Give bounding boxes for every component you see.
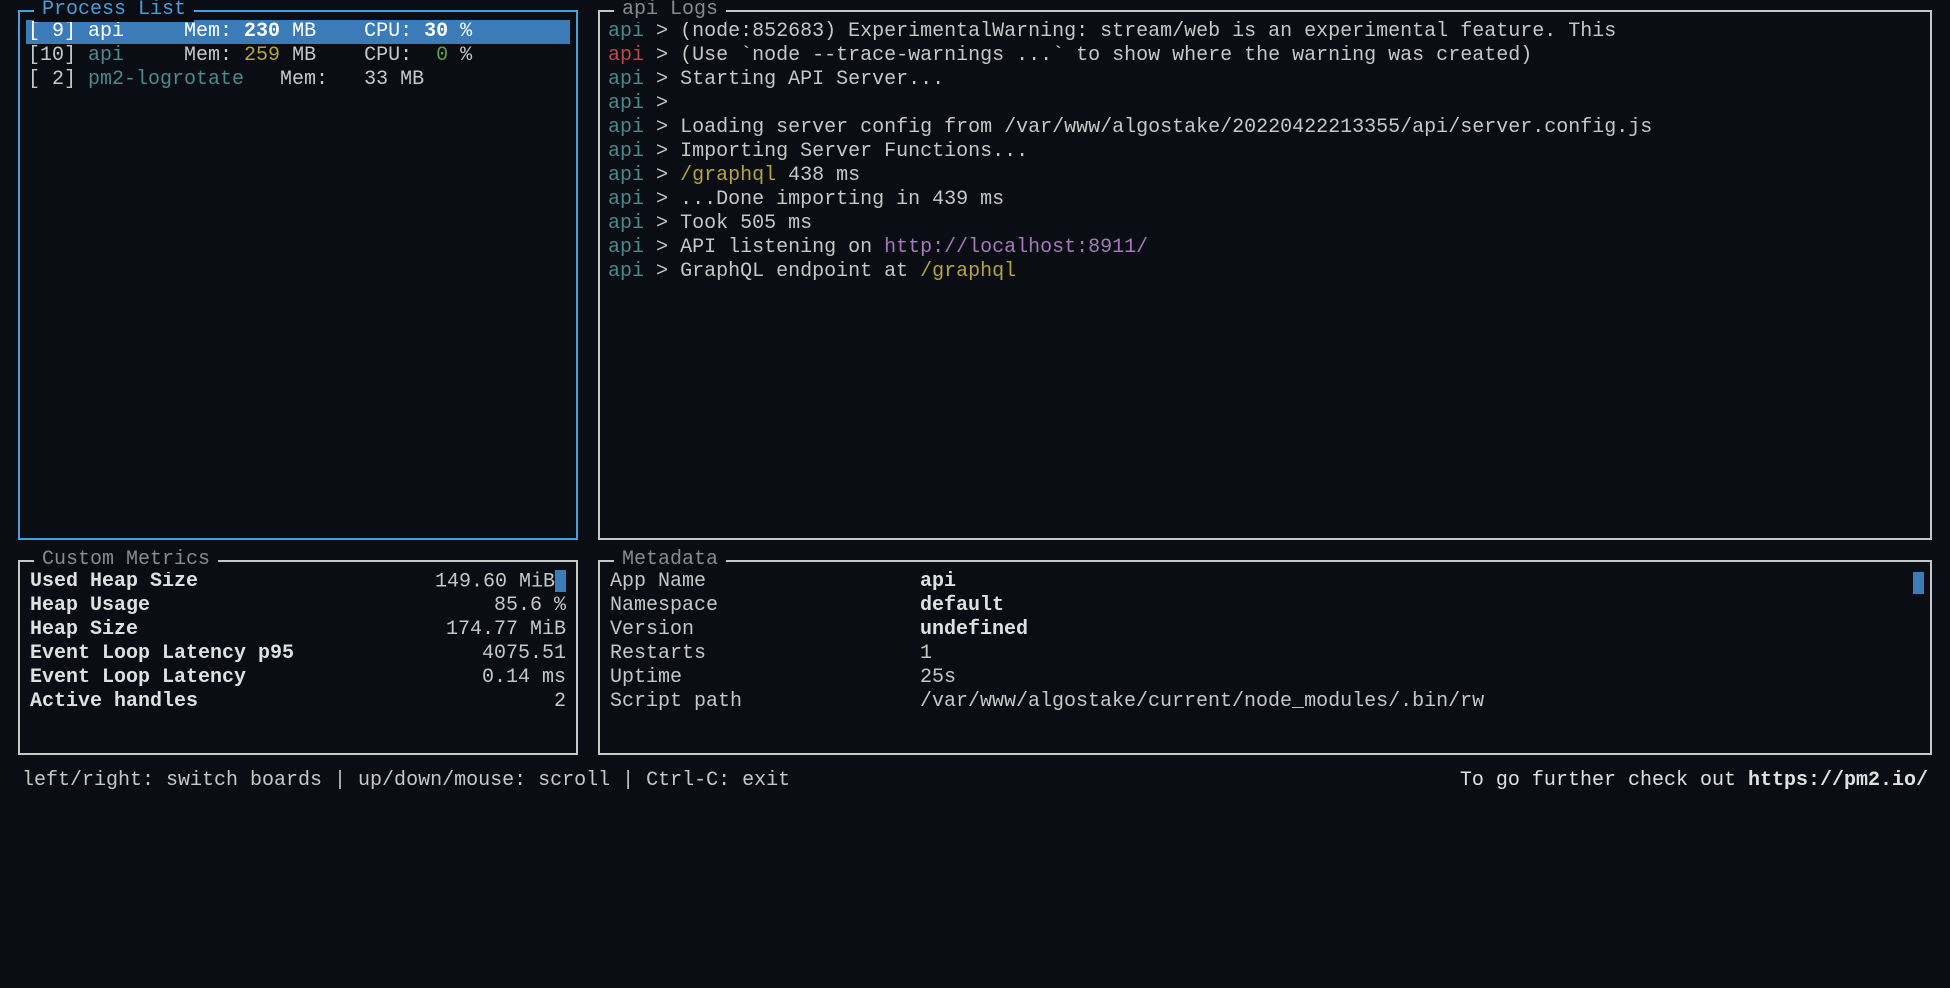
- metric-row[interactable]: Heap Usage85.6 %: [26, 594, 570, 618]
- metadata-row: Versionundefined: [606, 618, 1924, 642]
- metadata-label: Namespace: [610, 594, 920, 618]
- log-line: api > /graphql 438 ms: [606, 164, 1924, 188]
- metric-value: 2: [554, 690, 566, 714]
- metadata-value: 1: [920, 642, 932, 666]
- scroll-indicator[interactable]: [1913, 572, 1924, 594]
- metadata-panel[interactable]: Metadata App NameapiNamespacedefaultVers…: [598, 560, 1932, 755]
- metric-label: Event Loop Latency: [30, 666, 482, 690]
- metadata-title: Metadata: [614, 548, 726, 572]
- metric-label: Heap Size: [30, 618, 446, 642]
- log-line: api > Took 505 ms: [606, 212, 1924, 236]
- footer-link[interactable]: https://pm2.io/: [1748, 769, 1928, 792]
- log-line: api > API listening on http://localhost:…: [606, 236, 1924, 260]
- metrics-title: Custom Metrics: [34, 548, 218, 572]
- custom-metrics-panel[interactable]: Custom Metrics Used Heap Size149.60 MiBH…: [18, 560, 578, 755]
- metric-row[interactable]: Event Loop Latency0.14 ms: [26, 666, 570, 690]
- metric-row[interactable]: Active handles2: [26, 690, 570, 714]
- process-row[interactable]: [ 9] api Mem: 230 MB CPU: 30 %: [26, 20, 570, 44]
- log-line: api > (node:852683) ExperimentalWarning:…: [606, 20, 1924, 44]
- metadata-row: Restarts1: [606, 642, 1924, 666]
- process-row[interactable]: [ 2] pm2-logrotate Mem: 33 MB: [26, 68, 570, 92]
- metadata-label: App Name: [610, 570, 920, 594]
- metric-value: 4075.51: [482, 642, 566, 666]
- metric-row[interactable]: Heap Size174.77 MiB: [26, 618, 570, 642]
- metadata-value: api: [920, 570, 956, 594]
- metadata-row: Script path/var/www/algostake/current/no…: [606, 690, 1924, 714]
- metadata-row: App Nameapi: [606, 570, 1924, 594]
- metadata-row: Namespacedefault: [606, 594, 1924, 618]
- metric-row[interactable]: Used Heap Size149.60 MiB: [26, 570, 570, 594]
- log-line: api > Starting API Server...: [606, 68, 1924, 92]
- metadata-value: /var/www/algostake/current/node_modules/…: [920, 690, 1484, 714]
- footer-bar: left/right: switch boards | up/down/mous…: [18, 763, 1932, 793]
- metric-value: 0.14 ms: [482, 666, 566, 690]
- metric-row[interactable]: Event Loop Latency p954075.51: [26, 642, 570, 666]
- logs-panel[interactable]: api Logs api > (node:852683) Experimenta…: [598, 10, 1932, 540]
- metric-label: Heap Usage: [30, 594, 494, 618]
- log-line: api > GraphQL endpoint at /graphql: [606, 260, 1924, 284]
- metadata-label: Version: [610, 618, 920, 642]
- log-line: api > (Use `node --trace-warnings ...` t…: [606, 44, 1924, 68]
- metadata-value: 25s: [920, 666, 956, 690]
- metadata-value: default: [920, 594, 1004, 618]
- metric-label: Event Loop Latency p95: [30, 642, 482, 666]
- log-line: api > ...Done importing in 439 ms: [606, 188, 1924, 212]
- log-line: api > Importing Server Functions...: [606, 140, 1924, 164]
- metadata-label: Restarts: [610, 642, 920, 666]
- log-line: api > Loading server config from /var/ww…: [606, 116, 1924, 140]
- logs-title: api Logs: [614, 0, 726, 22]
- metadata-label: Script path: [610, 690, 920, 714]
- metadata-value: undefined: [920, 618, 1028, 642]
- metric-value: 149.60 MiB: [435, 570, 566, 594]
- process-list-title: Process List: [34, 0, 194, 22]
- process-row[interactable]: [10] api Mem: 259 MB CPU: 0 %: [26, 44, 570, 68]
- footer-help-text: left/right: switch boards | up/down/mous…: [22, 769, 790, 793]
- metadata-label: Uptime: [610, 666, 920, 690]
- process-list-panel[interactable]: Process List [ 9] api Mem: 230 MB CPU: 3…: [18, 10, 578, 540]
- metric-value: 85.6 %: [494, 594, 566, 618]
- metric-label: Used Heap Size: [30, 570, 435, 594]
- footer-promo: To go further check out https://pm2.io/: [1460, 769, 1928, 793]
- metadata-row: Uptime25s: [606, 666, 1924, 690]
- log-line: api >: [606, 92, 1924, 116]
- metric-value: 174.77 MiB: [446, 618, 566, 642]
- metric-label: Active handles: [30, 690, 554, 714]
